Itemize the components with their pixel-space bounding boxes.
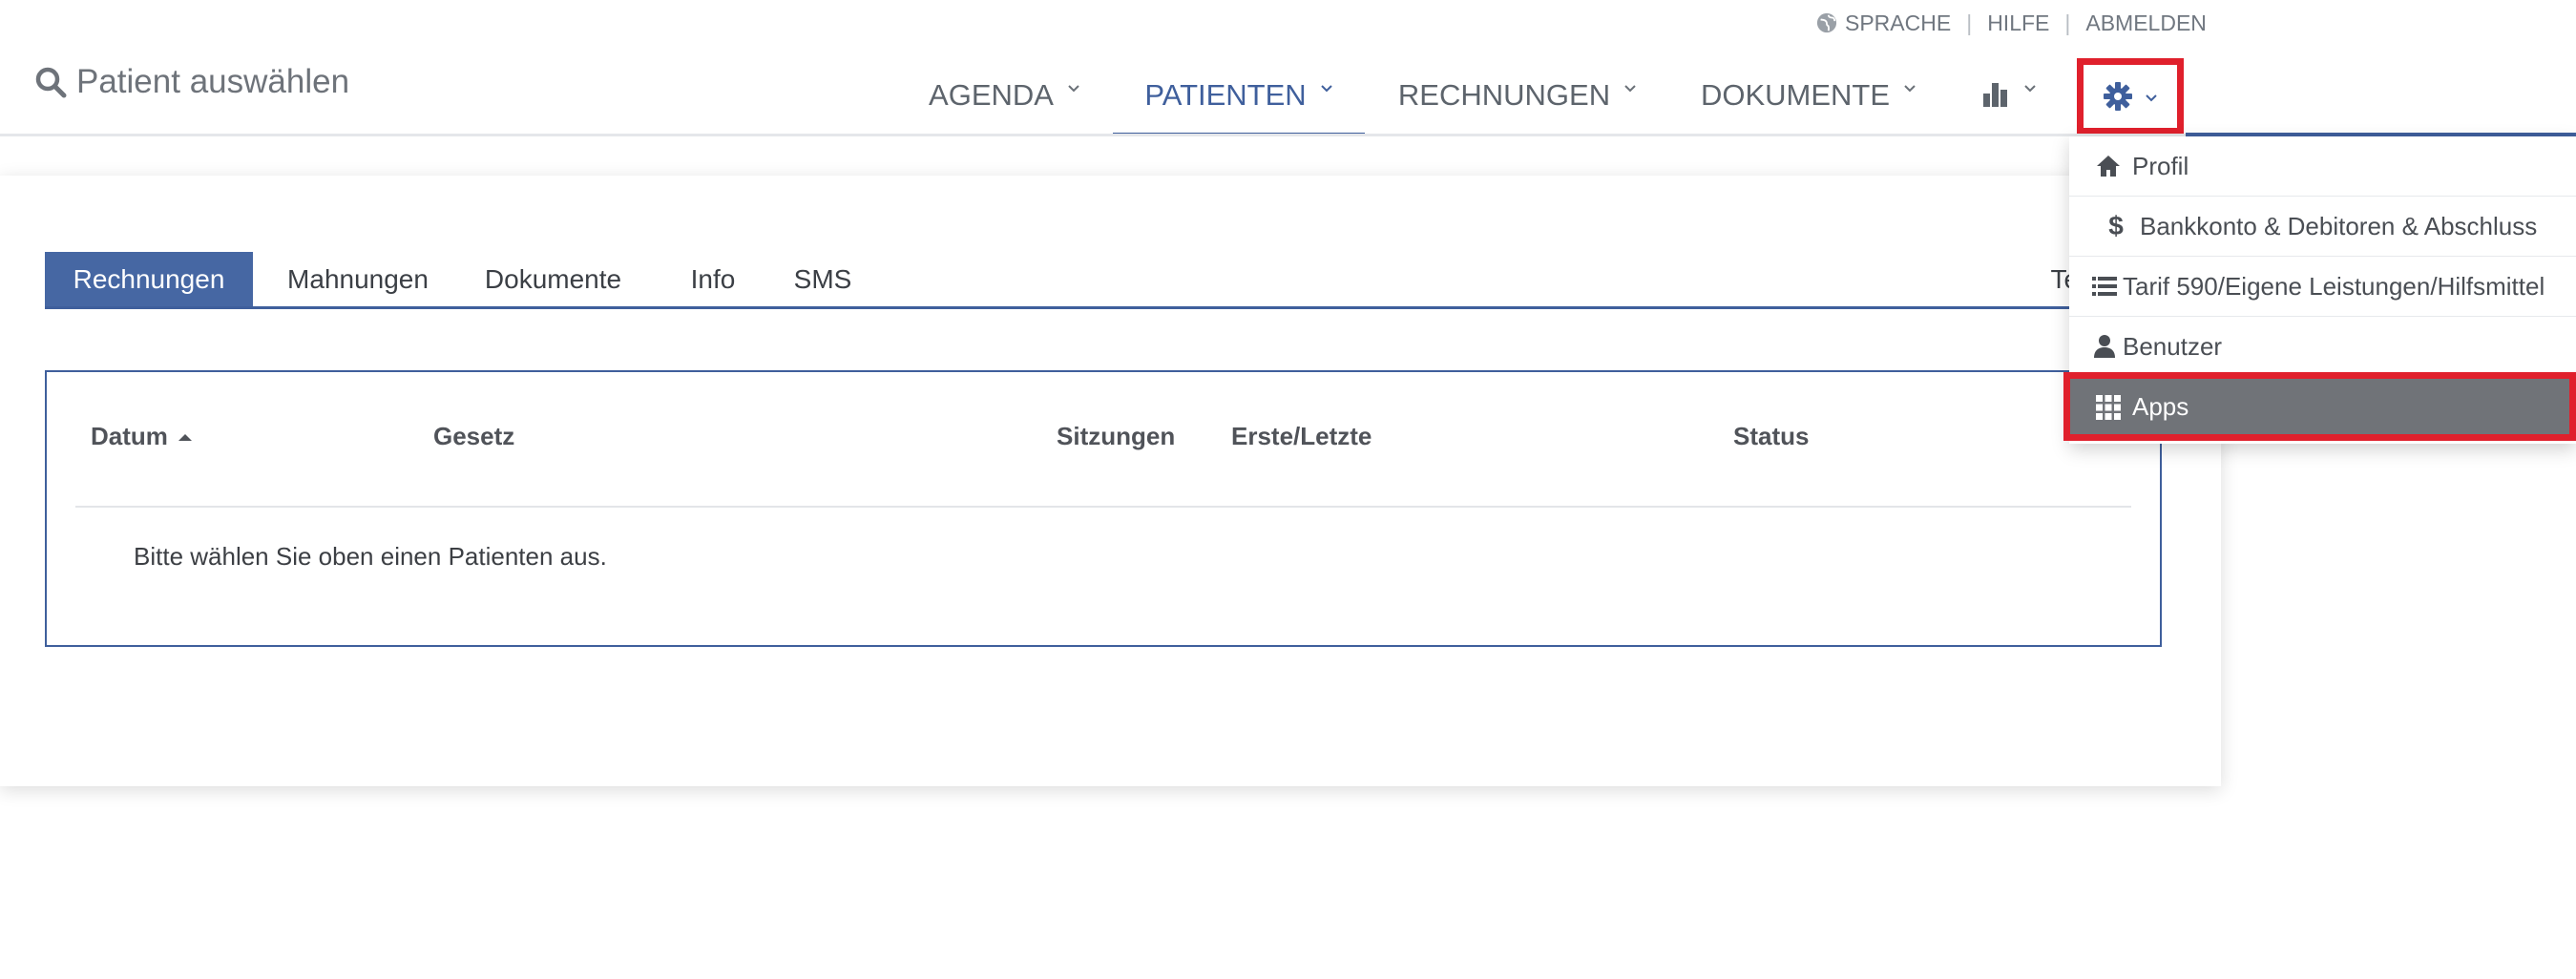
settings-dropdown: Profil $ Bankkonto & Debitoren & Abschlu…	[2069, 136, 2576, 444]
chevron-down-icon	[1068, 85, 1079, 93]
menu-item-label: Benutzer	[2123, 331, 2223, 361]
nav-rechnungen[interactable]: RECHNUNGEN	[1384, 57, 1651, 136]
patient-search-label: Patient auswählen	[76, 63, 350, 100]
chevron-down-icon	[2024, 85, 2036, 93]
search-icon	[35, 67, 67, 98]
bar-chart-icon	[1983, 83, 2007, 107]
chevron-down-icon	[2146, 94, 2157, 102]
home-icon	[2094, 154, 2123, 178]
nav-patienten[interactable]: PATIENTEN	[1113, 57, 1365, 136]
tab-sms[interactable]: SMS	[780, 252, 866, 306]
tab-dokumente[interactable]: Dokumente	[465, 252, 641, 306]
menu-item-benutzer[interactable]: Benutzer	[2069, 317, 2576, 377]
column-header-erste-letzte[interactable]: Erste/Letzte	[1231, 422, 1372, 451]
column-header-status[interactable]: Status	[1733, 422, 1809, 451]
menu-item-label: Bankkonto & Debitoren & Abschluss	[2140, 211, 2538, 240]
column-header-gesetz[interactable]: Gesetz	[433, 422, 514, 451]
header: Patient auswählen AGENDA PATIENTEN RECHN…	[0, 0, 2576, 136]
column-header-datum[interactable]: Datum	[91, 422, 193, 451]
settings-button[interactable]	[2077, 58, 2184, 135]
list-icon	[2092, 275, 2117, 298]
patient-tabs: Rechnungen Mahnungen Dokumente Info SMS …	[45, 252, 2164, 309]
invoice-panel: Rechnungen Mahnungen Dokumente Info SMS …	[0, 176, 2221, 786]
menu-item-apps[interactable]: Apps	[2069, 377, 2576, 437]
tab-mahnungen[interactable]: Mahnungen	[272, 252, 444, 306]
column-header-sitzungen[interactable]: Sitzungen	[1057, 422, 1175, 451]
menu-item-profil[interactable]: Profil	[2069, 136, 2576, 197]
gear-icon	[2104, 82, 2132, 111]
grid-icon	[2094, 394, 2123, 420]
nav-dokumente-label: DOKUMENTE	[1700, 78, 1891, 112]
header-divider	[75, 506, 2131, 508]
menu-item-tarif[interactable]: Tarif 590/Eigene Leistungen/Hilfsmittel	[2069, 257, 2576, 317]
menu-item-bankkonto[interactable]: $ Bankkonto & Debitoren & Abschluss	[2069, 197, 2576, 257]
nav-statistics[interactable]	[1976, 57, 2042, 136]
nav-rechnungen-label: RECHNUNGEN	[1397, 78, 1611, 112]
tabs-underline	[45, 306, 2164, 309]
menu-item-label: Tarif 590/Eigene Leistungen/Hilfsmittel	[2123, 271, 2545, 301]
user-icon	[2092, 334, 2117, 359]
menu-item-label: Apps	[2132, 392, 2189, 421]
patient-search[interactable]: Patient auswählen	[34, 63, 349, 101]
nav-dokumente[interactable]: DOKUMENTE	[1689, 57, 1928, 136]
empty-state-message: Bitte wählen Sie oben einen Patienten au…	[134, 542, 607, 571]
nav-patienten-label: PATIENTEN	[1144, 78, 1307, 112]
tab-rechnungen[interactable]: Rechnungen	[45, 252, 253, 306]
menu-item-label: Profil	[2132, 151, 2189, 180]
chevron-down-icon	[1624, 85, 1636, 93]
column-header-label: Datum	[91, 422, 168, 450]
sort-ascending-icon	[178, 433, 192, 441]
invoice-table: Datum Gesetz Sitzungen Erste/Letzte Stat…	[45, 370, 2162, 647]
nav-agenda[interactable]: AGENDA	[916, 57, 1093, 136]
chevron-down-icon	[1320, 85, 1332, 93]
dollar-icon: $	[2108, 211, 2124, 240]
tab-info[interactable]: Info	[670, 252, 756, 306]
chevron-down-icon	[1904, 85, 1916, 93]
nav-agenda-label: AGENDA	[929, 78, 1054, 112]
